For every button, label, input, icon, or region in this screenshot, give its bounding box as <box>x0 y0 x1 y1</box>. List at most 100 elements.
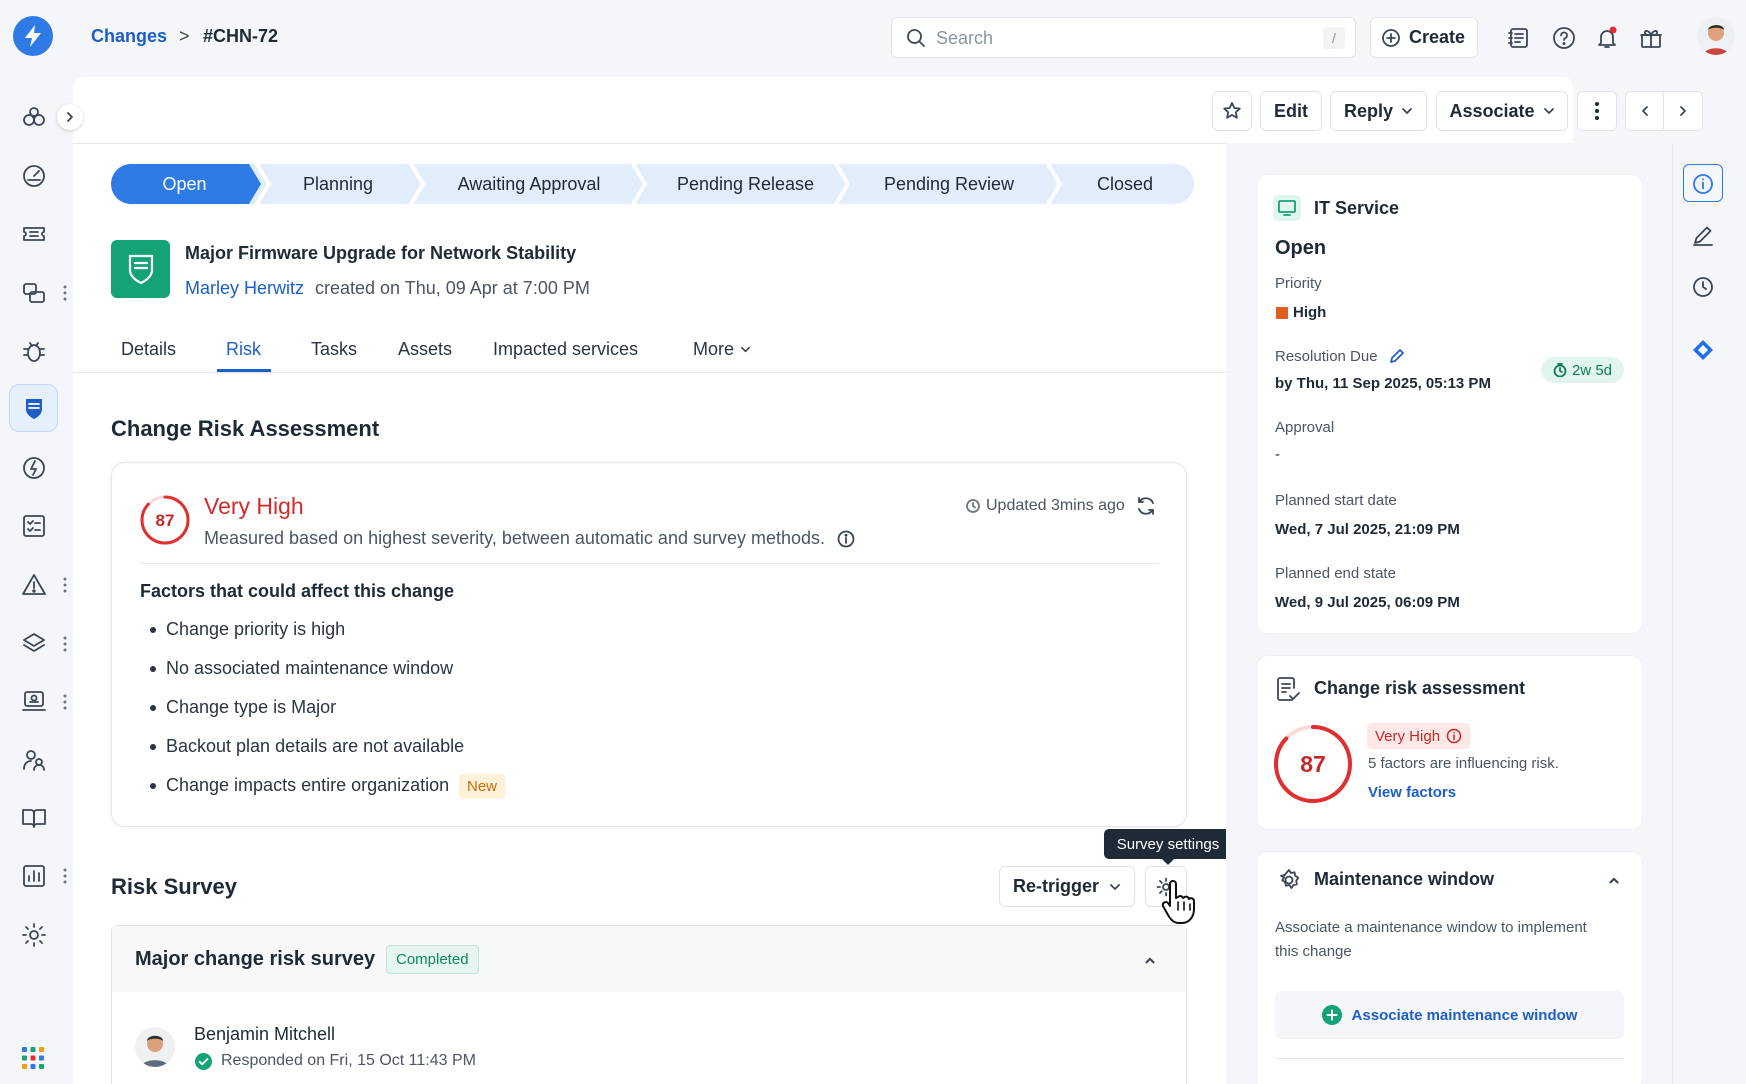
sidebar-assets-icon[interactable] <box>20 688 48 716</box>
search-shortcut: / <box>1323 27 1345 49</box>
sidebar-tickets-icon[interactable] <box>20 220 48 248</box>
bullet <box>150 627 156 633</box>
sidebar-alert-icon[interactable] <box>20 571 48 599</box>
chevron-up-icon[interactable] <box>1143 953 1157 967</box>
record-navigation <box>1625 91 1703 131</box>
change-type-icon <box>111 240 170 298</box>
bolt-icon <box>25 25 41 47</box>
sidebar-dashboard-icon[interactable] <box>20 103 48 131</box>
risk-description-row: Measured based on highest severity, betw… <box>204 528 855 549</box>
edit-pencil-icon[interactable] <box>1388 347 1406 365</box>
step-pending-review[interactable]: Pending Review <box>849 164 1049 204</box>
tab-assets[interactable]: Assets <box>398 339 452 360</box>
edit-button[interactable]: Edit <box>1260 91 1322 131</box>
sidebar-reports-icon[interactable] <box>20 862 48 890</box>
step-pending-release[interactable]: Pending Release <box>642 164 849 204</box>
step-closed[interactable]: Closed <box>1060 164 1190 204</box>
risk-score-ring: 87 <box>140 495 190 545</box>
survey-status-badge: Completed <box>386 945 479 974</box>
risk-summary-level-badge: Very High <box>1367 723 1471 749</box>
create-button[interactable]: Create <box>1370 17 1478 58</box>
factors-heading: Factors that could affect this change <box>140 581 455 601</box>
risk-summary-ring: 87 <box>1274 725 1352 803</box>
sidebar-layers-icon[interactable] <box>20 630 48 658</box>
refresh-icon[interactable] <box>1135 495 1157 517</box>
sidebar-more-icon[interactable] <box>62 636 68 652</box>
step-planning[interactable]: Planning <box>268 164 408 204</box>
view-factors-link[interactable]: View factors <box>1368 784 1456 801</box>
factor-item: Change impacts entire organization <box>166 775 450 795</box>
app-logo[interactable] <box>13 16 53 56</box>
resolution-value: by Thu, 11 Sep 2025, 05:13 PM <box>1275 375 1491 392</box>
gift-icon[interactable] <box>1638 25 1664 51</box>
rail-edit-icon[interactable] <box>1689 221 1717 249</box>
sidebar-knowledge-icon[interactable] <box>20 804 48 832</box>
tab-details[interactable]: Details <box>121 339 176 360</box>
approval-label: Approval <box>1275 419 1335 436</box>
tab-more-label: More <box>693 339 735 359</box>
tab-impacted-services[interactable]: Impacted services <box>493 339 638 360</box>
step-open[interactable]: Open <box>111 164 258 204</box>
reply-button[interactable]: Reply <box>1330 91 1427 131</box>
shield-icon <box>128 254 153 285</box>
sidebar-more-icon[interactable] <box>62 577 68 593</box>
sidebar-contacts-icon[interactable] <box>20 746 48 774</box>
chevron-down-icon <box>1402 108 1412 114</box>
change-title: Major Firmware Upgrade for Network Stabi… <box>185 243 577 263</box>
retrigger-button[interactable]: Re-trigger <box>999 866 1135 907</box>
survey-section-title: Risk Survey <box>111 874 237 899</box>
risk-description: Measured based on highest severity, betw… <box>204 528 826 548</box>
tab-tasks[interactable]: Tasks <box>311 339 357 360</box>
star-icon <box>1223 102 1241 119</box>
search-input[interactable]: Search / <box>891 17 1356 58</box>
next-record-button[interactable] <box>1664 92 1702 130</box>
step-awaiting-approval[interactable]: Awaiting Approval <box>420 164 638 204</box>
rail-history-icon[interactable] <box>1689 273 1717 301</box>
rail-info-icon[interactable] <box>1689 170 1717 198</box>
associate-button[interactable]: Associate <box>1436 91 1568 131</box>
favorite-button[interactable] <box>1212 91 1252 131</box>
contacts-icon[interactable] <box>1506 25 1532 51</box>
sidebar-more-icon[interactable] <box>62 285 68 301</box>
reply-label: Reply <box>1343 100 1394 121</box>
search-placeholder: Search <box>936 28 994 48</box>
previous-record-button[interactable] <box>1626 92 1665 130</box>
more-actions-button[interactable] <box>1577 91 1617 131</box>
sidebar-more-icon[interactable] <box>62 868 68 884</box>
kebab-icon <box>1595 102 1599 120</box>
sidebar-more-icon[interactable] <box>62 694 68 710</box>
create-label: Create <box>1409 27 1466 47</box>
sidebar-release-icon[interactable] <box>20 454 48 482</box>
service-type: IT Service <box>1314 198 1400 218</box>
chevron-up-icon[interactable] <box>1607 873 1621 887</box>
change-author-link[interactable]: Marley Herwitz <box>185 278 304 299</box>
info-icon[interactable] <box>1446 728 1462 744</box>
tab-more[interactable]: More <box>693 339 751 360</box>
tab-risk[interactable]: Risk <box>226 339 261 360</box>
survey-name: Major change risk survey <box>135 948 376 970</box>
sidebar-changes-shield-icon[interactable] <box>20 394 48 422</box>
sidebar-settings-icon[interactable] <box>20 921 48 949</box>
sidebar-requests-icon[interactable] <box>20 279 48 307</box>
sidebar-checklist-icon[interactable] <box>20 512 48 540</box>
priority-label: Priority <box>1275 275 1322 292</box>
help-icon[interactable] <box>1551 25 1577 51</box>
approval-value: - <box>1275 446 1280 463</box>
rail-integration-icon[interactable] <box>1689 336 1717 364</box>
plus-circle-icon <box>1382 28 1400 47</box>
sidebar-expand-button[interactable] <box>57 104 83 130</box>
bullet <box>150 705 156 711</box>
chevron-right-icon <box>1680 106 1686 116</box>
notification-bell-icon[interactable] <box>1594 25 1620 51</box>
end-date-value: Wed, 9 Jul 2025, 06:09 PM <box>1275 594 1460 611</box>
associate-maintenance-window-button[interactable]: Associate maintenance window <box>1275 991 1624 1039</box>
app-switcher-icon[interactable] <box>21 1046 45 1070</box>
retrigger-label: Re-trigger <box>1012 876 1099 896</box>
sidebar-bug-icon[interactable] <box>20 337 48 365</box>
info-icon[interactable] <box>837 530 855 548</box>
sidebar-gauge-icon[interactable] <box>20 162 48 190</box>
breadcrumb-separator: > <box>179 26 190 46</box>
card-divider <box>139 563 1159 564</box>
breadcrumb-changes-link[interactable]: Changes <box>91 26 167 47</box>
user-avatar[interactable] <box>1697 17 1735 55</box>
